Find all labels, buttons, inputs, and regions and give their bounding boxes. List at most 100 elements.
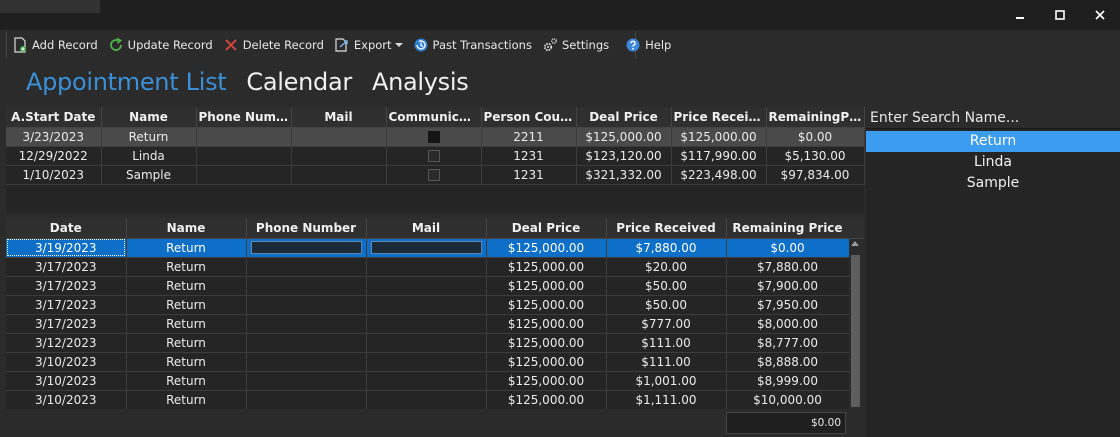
remaining-price-cell[interactable]: $8,777.00 (726, 333, 850, 353)
phone-cell[interactable] (196, 146, 292, 166)
deal-price-cell[interactable]: $125,000.00 (486, 295, 607, 315)
table-row[interactable]: 3/12/2023 Return $125,000.00 $111.00 $8,777.… (6, 333, 850, 353)
phone-cell[interactable] (246, 390, 367, 410)
price-received-cell[interactable]: $7,880.00 (606, 238, 727, 258)
past-transactions-button[interactable]: Past Transactions (408, 31, 537, 59)
column-header[interactable]: Name (101, 107, 197, 128)
table-row[interactable]: 3/10/2023 Return $125,000.00 $1,001.00 $8,99… (6, 371, 850, 391)
column-header[interactable]: Phone Number (246, 218, 367, 239)
deal-price-cell[interactable]: $125,000.00 (486, 390, 607, 410)
deal-price-cell[interactable]: $125,000.00 (576, 127, 672, 147)
name-cell[interactable]: Return (126, 238, 247, 258)
name-cell[interactable]: Sample (101, 165, 197, 185)
communication-cell[interactable] (386, 165, 482, 185)
column-header[interactable]: Mail (291, 107, 387, 128)
transactions-scrollbar[interactable] (849, 239, 862, 409)
name-cell[interactable]: Linda (101, 146, 197, 166)
phone-cell[interactable] (246, 238, 367, 258)
price-received-cell[interactable]: $111.00 (606, 352, 727, 372)
phone-cell[interactable] (246, 257, 367, 277)
name-cell[interactable]: Return (126, 257, 247, 277)
price-received-cell[interactable]: $125,000.00 (671, 127, 767, 147)
mail-cell[interactable] (366, 257, 487, 277)
mail-cell[interactable] (366, 295, 487, 315)
name-cell[interactable]: Return (126, 390, 247, 410)
table-row[interactable]: 3/23/2023 Return 2211 $125,000.00 $125,000.0… (6, 127, 865, 147)
start-date-cell[interactable]: 1/10/2023 (6, 165, 102, 185)
price-received-cell[interactable]: $117,990.00 (671, 146, 767, 166)
column-header[interactable]: Remaining Price (726, 218, 850, 239)
maximize-button[interactable] (1040, 0, 1080, 30)
column-header[interactable]: Price Received (606, 218, 727, 239)
table-row[interactable]: 3/10/2023 Return $125,000.00 $1,111.00 $10,0… (6, 390, 850, 410)
column-header[interactable]: Name (126, 218, 247, 239)
name-cell[interactable]: Return (126, 295, 247, 315)
phone-cell[interactable] (246, 371, 367, 391)
date-cell[interactable]: 3/17/2023 (6, 257, 127, 277)
price-received-cell[interactable]: $50.00 (606, 276, 727, 296)
date-cell[interactable]: 3/19/2023 (6, 238, 127, 258)
date-cell[interactable]: 3/17/2023 (6, 276, 127, 296)
mail-cell[interactable] (291, 165, 387, 185)
table-row[interactable]: 3/19/2023 Return $125,000.00 $7,880.00 $0.00 (6, 238, 850, 258)
price-received-cell[interactable]: $1,111.00 (606, 390, 727, 410)
column-header[interactable]: Deal Price (486, 218, 607, 239)
price-received-cell[interactable]: $50.00 (606, 295, 727, 315)
mail-cell[interactable] (366, 314, 487, 334)
price-received-cell[interactable]: $777.00 (606, 314, 727, 334)
table-row[interactable]: 3/17/2023 Return $125,000.00 $20.00 $7,880.0… (6, 257, 850, 277)
remaining-price-cell[interactable]: $97,834.00 (766, 165, 865, 185)
price-received-cell[interactable]: $20.00 (606, 257, 727, 277)
deal-price-cell[interactable]: $321,332.00 (576, 165, 672, 185)
table-row[interactable]: 3/17/2023 Return $125,000.00 $777.00 $8,000.… (6, 314, 850, 334)
remaining-price-cell[interactable]: $0.00 (766, 127, 865, 147)
column-header[interactable]: Deal Price (576, 107, 672, 128)
communication-checkbox[interactable] (427, 150, 440, 162)
column-header[interactable]: Communica... (386, 107, 482, 128)
column-header[interactable]: Mail (366, 218, 487, 239)
scrollbar-thumb[interactable] (851, 255, 860, 407)
name-cell[interactable]: Return (126, 371, 247, 391)
table-row[interactable]: 3/17/2023 Return $125,000.00 $50.00 $7,950.0… (6, 295, 850, 315)
remaining-price-cell[interactable]: $7,900.00 (726, 276, 850, 296)
price-received-cell[interactable]: $1,001.00 (606, 371, 727, 391)
column-header[interactable]: Date (6, 218, 127, 239)
name-cell[interactable]: Return (126, 333, 247, 353)
phone-cell[interactable] (246, 352, 367, 372)
phone-cell[interactable] (196, 165, 292, 185)
table-row[interactable]: 3/10/2023 Return $125,000.00 $111.00 $8,888.… (6, 352, 850, 372)
mail-cell[interactable] (366, 238, 487, 258)
name-cell[interactable]: Return (126, 314, 247, 334)
name-cell[interactable]: Return (126, 352, 247, 372)
add-record-button[interactable]: Add Record (7, 31, 103, 59)
start-date-cell[interactable]: 12/29/2022 (6, 146, 102, 166)
help-button[interactable]: Help (620, 31, 676, 59)
export-dropdown[interactable]: Export (329, 31, 408, 59)
remaining-price-cell[interactable]: $7,880.00 (726, 257, 850, 277)
column-header[interactable]: Phone Num... (196, 107, 292, 128)
remaining-price-cell[interactable]: $8,000.00 (726, 314, 850, 334)
deal-price-cell[interactable]: $125,000.00 (486, 371, 607, 391)
column-header[interactable]: A.Start Date (6, 107, 102, 128)
deal-price-cell[interactable]: $125,000.00 (486, 314, 607, 334)
close-button[interactable] (1080, 0, 1120, 30)
person-count-cell[interactable]: 1231 (481, 146, 577, 166)
search-input[interactable] (866, 107, 1120, 129)
mail-cell[interactable] (366, 333, 487, 353)
column-header[interactable]: Person Count (481, 107, 577, 128)
deal-price-cell[interactable]: $125,000.00 (486, 257, 607, 277)
update-record-button[interactable]: Update Record (103, 31, 218, 59)
phone-cell[interactable] (246, 276, 367, 296)
phone-cell[interactable] (196, 127, 292, 147)
table-row[interactable]: 12/29/2022 Linda 1231 $123,120.00 $117,990.0… (6, 146, 865, 166)
column-header[interactable]: Price Received (671, 107, 767, 128)
mail-cell[interactable] (291, 127, 387, 147)
deal-price-cell[interactable]: $123,120.00 (576, 146, 672, 166)
communication-checkbox[interactable] (427, 131, 440, 143)
date-cell[interactable]: 3/10/2023 (6, 371, 127, 391)
name-cell[interactable]: Return (126, 276, 247, 296)
tab-appointment-list[interactable]: Appointment List (26, 68, 227, 96)
table-row[interactable]: 3/17/2023 Return $125,000.00 $50.00 $7,900.0… (6, 276, 850, 296)
remaining-price-cell[interactable]: $8,999.00 (726, 371, 850, 391)
remaining-price-cell[interactable]: $7,950.00 (726, 295, 850, 315)
